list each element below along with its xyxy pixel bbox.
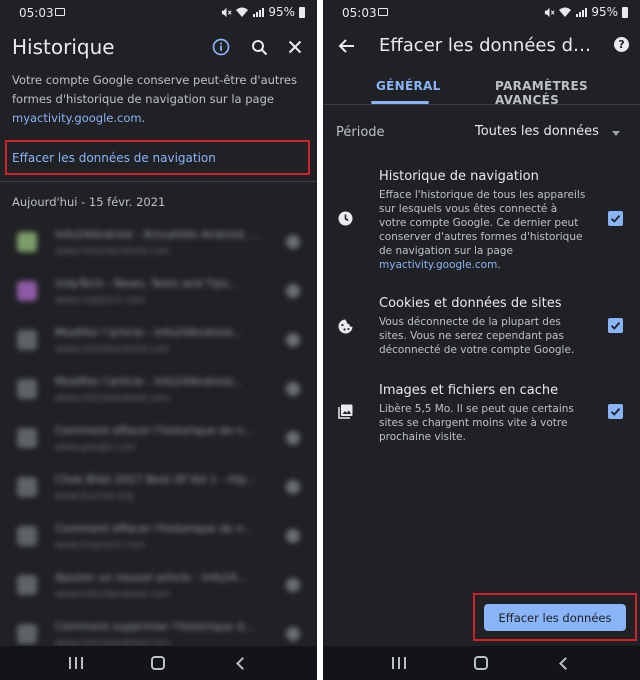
status-time: 05:03 (19, 6, 54, 20)
option-title: Cookies et données de sites (379, 296, 562, 311)
system-nav-bar (0, 646, 317, 680)
battery-percent: 95% (591, 5, 618, 19)
remove-item-icon[interactable] (286, 578, 300, 592)
status-time: 05:03 (342, 6, 377, 20)
info-icon[interactable] (210, 36, 232, 58)
remove-item-icon[interactable] (286, 382, 300, 396)
checkbox-browsing-history[interactable] (608, 211, 623, 226)
history-item[interactable]: Chek Bilet 2017 Best Of Vol 1 - Hip... ww… (0, 464, 317, 513)
back-arrow-icon[interactable] (337, 36, 357, 56)
help-icon[interactable]: ? (614, 37, 629, 52)
cookie-icon (337, 318, 353, 334)
favicon (17, 428, 37, 448)
dropdown-caret-icon[interactable] (612, 131, 620, 136)
status-bar: 05:03 95% (0, 0, 317, 26)
history-item[interactable]: Modifier l'article - Info24Android... www… (0, 366, 317, 415)
period-dropdown[interactable]: Toutes les données (475, 124, 599, 139)
favicon (17, 281, 37, 301)
date-header: Aujourd'hui - 15 févr. 2021 (12, 195, 166, 209)
remove-item-icon[interactable] (286, 284, 300, 298)
image-icon (337, 403, 353, 419)
remove-item-icon[interactable] (286, 333, 300, 347)
history-item[interactable]: Comment effacer l'historique de n... www.… (0, 415, 317, 464)
favicon (17, 477, 37, 497)
signal-icon (576, 7, 588, 17)
remove-item-icon[interactable] (286, 480, 300, 494)
system-nav-bar (323, 646, 640, 680)
option-title: Images et fichiers en cache (379, 383, 559, 398)
clear-data-screen: 05:03 95% Effacer les données de navigat… (323, 0, 640, 680)
gallery-notification-icon (378, 8, 388, 16)
history-list: Info24Android - Actualités Android, ... w… (0, 219, 317, 660)
option-description: Efface l'historique de tous les appareil… (379, 189, 586, 271)
back-icon[interactable] (543, 651, 583, 675)
remove-item-icon[interactable] (286, 431, 300, 445)
checkbox-cookies[interactable] (608, 318, 623, 333)
favicon (17, 379, 37, 399)
close-icon[interactable] (284, 36, 306, 58)
battery-icon (622, 6, 628, 18)
remove-item-icon[interactable] (286, 235, 300, 249)
remove-item-icon[interactable] (286, 529, 300, 543)
option-description: Vous déconnecte de la plupart des sites.… (379, 316, 575, 356)
divider (323, 104, 640, 105)
favicon (17, 232, 37, 252)
gallery-notification-icon (55, 8, 65, 16)
status-bar: 05:03 95% (323, 0, 640, 26)
recent-apps-icon[interactable] (56, 651, 96, 675)
option-description: Libère 5,5 Mo. Il se peut que certains s… (379, 403, 574, 443)
favicon (17, 526, 37, 546)
favicon (17, 624, 37, 644)
history-item[interactable]: IndyTech - News, Tests and Tips... www.in… (0, 268, 317, 317)
account-history-notice: Votre compte Google conserve peut-être d… (12, 73, 297, 125)
battery-percent: 95% (268, 5, 295, 19)
favicon (17, 575, 37, 595)
clock-icon (337, 210, 353, 226)
page-title: Historique (12, 35, 115, 59)
battery-icon (299, 6, 305, 18)
history-item[interactable]: Ajouter un nouvel article - Info24... www… (0, 562, 317, 611)
history-item[interactable]: Modifier l'article - Info24Android... www… (0, 317, 317, 366)
myactivity-link[interactable]: myactivity.google.com (12, 111, 142, 125)
favicon (17, 330, 37, 350)
checkbox-cached-images[interactable] (608, 404, 623, 419)
signal-icon (253, 7, 265, 17)
tab-general[interactable]: GÉNÉRAL (376, 79, 441, 93)
search-icon[interactable] (248, 36, 270, 58)
mute-icon (545, 7, 555, 17)
remove-item-icon[interactable] (286, 627, 300, 641)
mute-icon (222, 7, 232, 17)
highlight-box (5, 140, 310, 175)
page-title: Effacer les données de navigation (379, 35, 599, 56)
history-screen: 05:03 95% Historique Votre compte Google… (0, 0, 317, 680)
tab-advanced-settings[interactable]: PARAMÈTRES AVANCÉS (495, 79, 640, 107)
period-label: Période (336, 125, 385, 140)
recent-apps-icon[interactable] (379, 651, 419, 675)
history-item[interactable]: Info24Android - Actualités Android, ... w… (0, 219, 317, 268)
option-title: Historique de navigation (379, 169, 539, 184)
home-icon[interactable] (461, 651, 501, 675)
wifi-icon (559, 7, 572, 17)
myactivity-link[interactable]: myactivity.google.com (379, 259, 497, 271)
wifi-icon (236, 7, 249, 17)
history-item[interactable]: Comment effacer l'historique de n... www.… (0, 513, 317, 562)
back-icon[interactable] (220, 651, 260, 675)
home-icon[interactable] (138, 651, 178, 675)
divider (0, 181, 317, 182)
highlight-box (473, 593, 637, 641)
